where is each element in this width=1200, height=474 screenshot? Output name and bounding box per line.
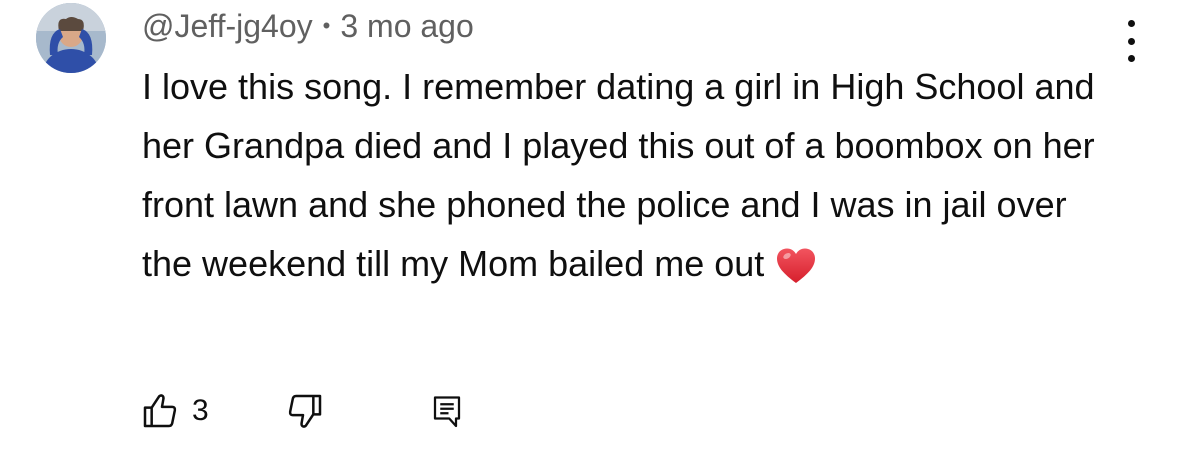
more-vertical-icon-dot: [1127, 37, 1135, 45]
more-vertical-icon: [1127, 20, 1135, 27]
comment-timestamp[interactable]: 3 mo ago: [340, 8, 473, 45]
like-count: 3: [192, 394, 209, 427]
comment-reply-icon: [433, 396, 460, 428]
red-heart-icon: [777, 248, 816, 284]
dislike-button[interactable]: [285, 391, 325, 431]
thumbs-up-icon: [143, 394, 177, 428]
comment-actions: 3: [140, 388, 465, 434]
avatar-image: [36, 3, 106, 73]
more-options-button[interactable]: [1116, 16, 1146, 66]
like-button[interactable]: 3: [140, 391, 209, 431]
comment-card: @Jeff-jg4oy • 3 mo ago I love this song.…: [0, 0, 1200, 474]
header-separator: •: [322, 13, 331, 38]
avatar[interactable]: [36, 3, 106, 73]
reply-button[interactable]: [429, 393, 465, 429]
comment-body: I love this song. I remember dating a gi…: [142, 57, 1102, 293]
thumbs-down-icon: [288, 394, 321, 428]
more-vertical-icon-dot: [1127, 55, 1135, 62]
author-name[interactable]: @Jeff-jg4oy: [142, 8, 313, 45]
comment-text: I love this song. I remember dating a gi…: [142, 66, 1095, 284]
comment-header: @Jeff-jg4oy • 3 mo ago: [142, 6, 474, 46]
